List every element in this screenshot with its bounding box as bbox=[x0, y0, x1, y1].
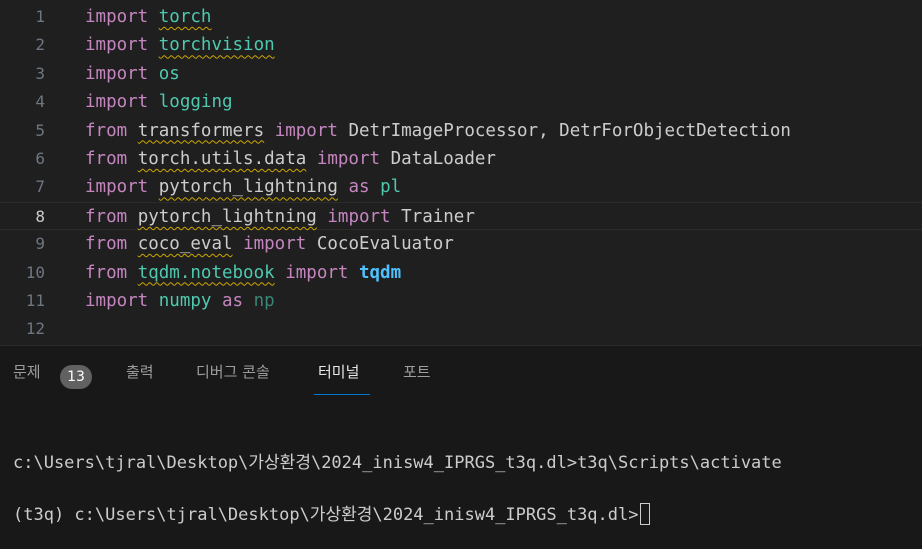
module-name: numpy bbox=[158, 291, 212, 311]
module-name: coco_eval bbox=[137, 234, 233, 255]
line-number: 5 bbox=[35, 120, 45, 140]
line-number: 7 bbox=[35, 177, 45, 197]
active-tab-indicator bbox=[314, 394, 370, 395]
module-name: transformers bbox=[137, 120, 265, 141]
problems-count-badge: 13 bbox=[60, 365, 92, 389]
keyword: import bbox=[85, 92, 149, 113]
code-line[interactable]: 1 import torch bbox=[0, 3, 922, 31]
tab-output[interactable]: 출력 bbox=[126, 362, 154, 382]
line-number: 2 bbox=[35, 35, 45, 55]
keyword: import bbox=[85, 177, 149, 198]
keyword: import bbox=[85, 35, 149, 56]
imported-names: CocoEvaluator bbox=[306, 234, 454, 255]
line-number: 10 bbox=[25, 262, 45, 282]
line-number: 8 bbox=[35, 206, 45, 226]
code-line[interactable]: 11 import numpy as np bbox=[0, 287, 922, 315]
module-name: os bbox=[158, 63, 180, 84]
code-line[interactable]: 12 bbox=[0, 315, 922, 343]
code-editor[interactable]: 1 import torch 2 import torchvision 3 im… bbox=[0, 0, 922, 345]
keyword: from bbox=[85, 149, 128, 169]
module-name: pytorch_lightning bbox=[158, 177, 338, 198]
code-line[interactable]: 3 import os bbox=[0, 60, 922, 88]
tab-debug-console[interactable]: 디버그 콘솔 bbox=[196, 362, 270, 382]
code-line[interactable]: 2 import torchvision bbox=[0, 31, 922, 59]
module-name: torchvision bbox=[158, 35, 275, 56]
tab-terminal[interactable]: 터미널 bbox=[318, 362, 359, 382]
module-name: pytorch_lightning bbox=[137, 206, 317, 227]
keyword: import bbox=[85, 7, 149, 27]
keyword: import bbox=[85, 63, 149, 84]
line-number: 12 bbox=[25, 319, 45, 339]
tab-ports[interactable]: 포트 bbox=[403, 362, 431, 382]
code-line[interactable]: 10 from tqdm.notebook import tqdm bbox=[0, 259, 922, 287]
line-number: 11 bbox=[25, 291, 45, 310]
keyword: import bbox=[243, 234, 307, 255]
module-alias: np bbox=[253, 291, 275, 311]
code-line[interactable]: 7 import pytorch_lightning as pl bbox=[0, 173, 922, 201]
keyword: from bbox=[85, 234, 128, 255]
line-number: 3 bbox=[35, 63, 45, 83]
keyword: import bbox=[327, 206, 391, 227]
line-number: 6 bbox=[35, 149, 45, 168]
bottom-panel: 문제 13 출력 디버그 콘솔 터미널 포트 c:\Users\tjral\De… bbox=[0, 345, 922, 549]
module-name: tqdm.notebook bbox=[137, 262, 275, 283]
module-name: logging bbox=[158, 92, 233, 113]
keyword: import bbox=[316, 149, 381, 169]
panel-tab-bar: 문제 13 출력 디버그 콘솔 터미널 포트 bbox=[0, 346, 922, 398]
code-line[interactable]: 5 from transformers import DetrImageProc… bbox=[0, 117, 922, 145]
code-line[interactable]: 9 from coco_eval import CocoEvaluator bbox=[0, 230, 922, 258]
module-name: torch.utils.data bbox=[137, 149, 307, 169]
module-alias: pl bbox=[380, 177, 402, 198]
tab-problems[interactable]: 문제 bbox=[13, 362, 41, 382]
imported-names: Trainer bbox=[390, 206, 475, 227]
terminal-cursor bbox=[640, 503, 651, 525]
keyword: as bbox=[348, 177, 370, 198]
code-line-current[interactable]: 8 from pytorch_lightning import Trainer bbox=[0, 201, 922, 231]
keyword: import bbox=[285, 262, 349, 283]
line-number: 1 bbox=[35, 7, 45, 26]
terminal-output-line: c:\Users\tjral\Desktop\가상환경\2024_inisw4_… bbox=[13, 453, 782, 473]
code-line[interactable]: 4 import logging bbox=[0, 88, 922, 116]
keyword: import bbox=[274, 120, 338, 141]
terminal-prompt: (t3q) c:\Users\tjral\Desktop\가상환경\2024_i… bbox=[13, 505, 639, 525]
imported-names: DataLoader bbox=[380, 149, 496, 169]
keyword: from bbox=[85, 206, 128, 227]
keyword: as bbox=[222, 291, 244, 311]
keyword: from bbox=[85, 120, 128, 141]
imported-names: tqdm bbox=[358, 262, 402, 283]
imported-names: DetrImageProcessor, DetrForObjectDetecti… bbox=[337, 120, 791, 141]
terminal-prompt-line[interactable]: (t3q) c:\Users\tjral\Desktop\가상환경\2024_i… bbox=[13, 503, 651, 526]
code-line[interactable]: 6 from torch.utils.data import DataLoade… bbox=[0, 145, 922, 173]
module-name: torch bbox=[158, 7, 212, 27]
line-number: 9 bbox=[35, 234, 45, 254]
line-number: 4 bbox=[35, 92, 45, 112]
keyword: from bbox=[85, 262, 128, 283]
keyword: import bbox=[85, 291, 149, 311]
